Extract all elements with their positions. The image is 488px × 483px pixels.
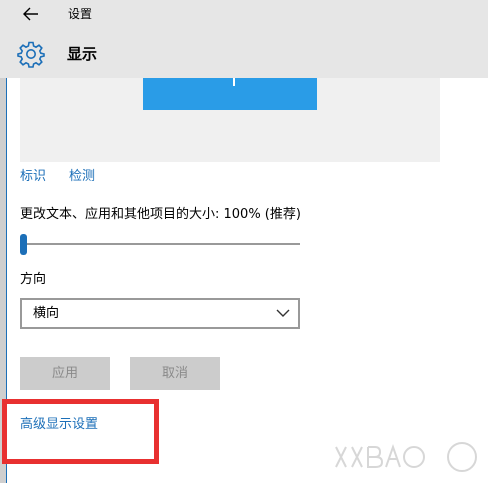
gear-icon: [17, 41, 45, 68]
chevron-down-icon: [276, 309, 290, 317]
apply-button[interactable]: 应用: [20, 357, 110, 390]
cancel-button[interactable]: 取消: [130, 357, 220, 390]
monitor-tile[interactable]: [143, 78, 317, 110]
detect-link[interactable]: 检测: [69, 168, 95, 186]
slider-thumb[interactable]: [20, 234, 27, 255]
page-title: 显示: [67, 45, 98, 63]
window-title: 设置: [68, 7, 93, 21]
back-button[interactable]: [22, 6, 40, 22]
settings-window: 设置 显示 标识 检测 更改文本、应用和其他项目的大小: 100% (推荐) 方…: [0, 0, 488, 483]
back-arrow-icon: [23, 7, 38, 21]
page-header: 显示: [0, 28, 488, 78]
orientation-selected-value: 横向: [33, 306, 60, 321]
slider-track: [20, 243, 300, 245]
monitor-number-mark: [233, 78, 235, 86]
watermark-logo: [335, 442, 477, 472]
scale-label: 更改文本、应用和其他项目的大小: 100% (推荐): [20, 207, 301, 222]
highlight-annotation-box: [2, 399, 159, 464]
title-bar: 设置: [0, 0, 488, 28]
orientation-dropdown[interactable]: 横向: [20, 298, 300, 329]
identify-link[interactable]: 标识: [20, 168, 46, 186]
orientation-label: 方向: [20, 272, 47, 287]
scale-slider[interactable]: [20, 234, 300, 256]
display-preview: [20, 78, 440, 162]
